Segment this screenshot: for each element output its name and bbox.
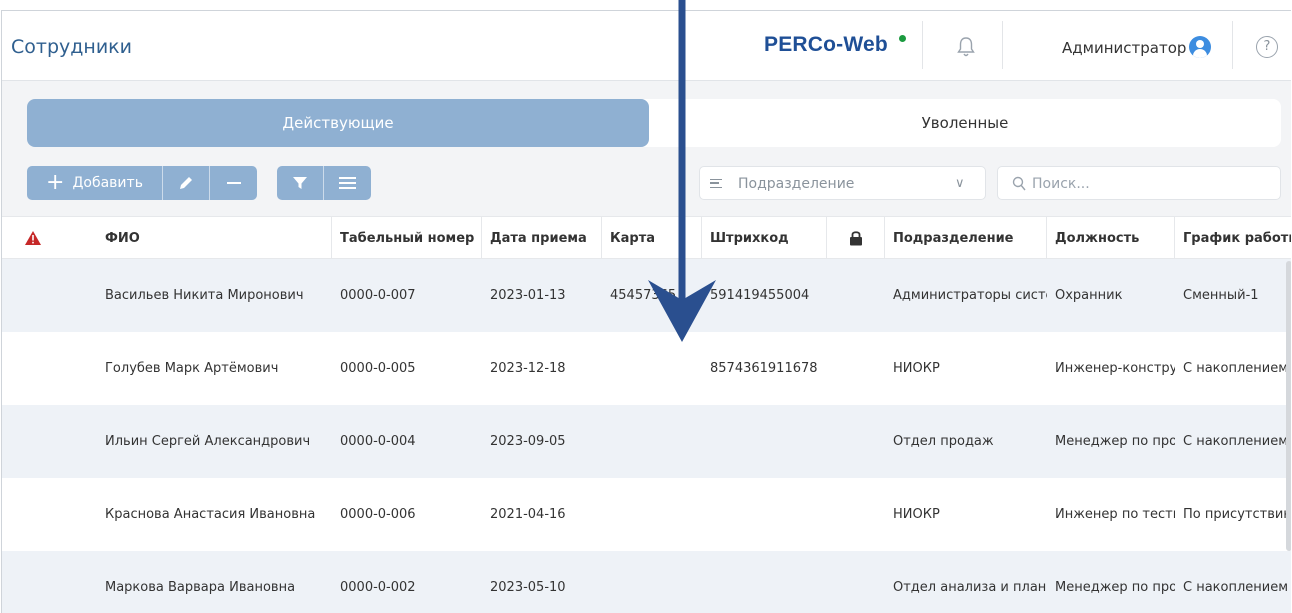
column-fio[interactable]: ФИО [97,217,332,260]
column-schedule[interactable]: График работы [1175,217,1291,260]
search-input[interactable] [1032,174,1262,194]
minus-icon [226,182,241,184]
app-frame: Сотрудники PERCo-Web Администратор ? Дей… [1,10,1291,613]
cell-fio: Ильин Сергей Александрович [105,434,311,449]
top-header: Сотрудники PERCo-Web Администратор ? [2,11,1291,81]
cell-hire-date: 2021-04-16 [490,507,566,522]
header-divider [1232,21,1233,69]
perco-web-logo: PERCo-Web [764,33,888,56]
filter-button[interactable] [277,166,324,200]
logo-dot-icon [899,35,906,42]
cell-barcode [702,551,827,613]
list-icon [710,179,722,188]
cell-position: Инженер-конструктор [1055,361,1175,376]
avatar[interactable] [1189,36,1211,58]
cell-position: Менеджер по продажам [1055,434,1175,449]
cell-barcode: 8574361911678 [710,361,818,376]
search-field [997,166,1281,200]
search-icon [1012,176,1026,191]
cell-tab-number: 0000-0-004 [340,434,416,449]
cell-barcode [702,405,827,478]
chevron-down-icon: ∨ [955,176,965,191]
filter-icon [293,177,307,189]
bell-icon[interactable] [957,36,975,58]
column-position[interactable]: Должность [1047,217,1175,260]
table-row[interactable]: Краснова Анастасия Ивановна 0000-0-006 2… [2,478,1291,551]
cell-card [602,551,702,613]
cell-department: НИОКР [893,507,940,522]
cell-position: Инженер по тестированию [1055,507,1175,522]
tab-dismissed-employees[interactable]: Уволенные [649,99,1281,147]
cell-card [602,405,702,478]
warning-icon[interactable] [24,230,42,246]
cell-fio: Голубев Марк Артёмович [105,361,279,376]
cell-department: Отдел анализа и планирования [893,580,1047,595]
view-button-group [277,166,371,200]
column-department[interactable]: Подразделение [885,217,1047,260]
status-tabs: Действующие Уволенные [27,99,1281,147]
menu-icon [339,177,356,189]
cell-barcode: 591419455004 [710,288,810,303]
cell-barcode [702,478,827,551]
table-row[interactable]: Васильев Никита Миронович 0000-0-007 202… [2,259,1291,332]
edit-button[interactable] [163,166,210,200]
cell-card [602,332,702,405]
lock-icon [850,231,862,246]
table-row[interactable]: Голубев Марк Артёмович 0000-0-005 2023-1… [2,332,1291,405]
cell-schedule: С накоплением [1183,434,1289,449]
cell-schedule: С накоплением [1183,580,1289,595]
column-hire-date[interactable]: Дата приема [482,217,602,260]
column-barcode[interactable]: Штрихкод [702,217,827,260]
header-divider [922,21,923,69]
cell-fio: Краснова Анастасия Ивановна [105,507,316,522]
cell-position: Менеджер по проектам [1055,580,1175,595]
cell-card: 45457365 [610,288,677,303]
table-header: ФИО Табельный номер Дата приема Карта Шт… [2,216,1291,260]
cell-schedule: С накоплением [1183,361,1289,376]
user-name[interactable]: Администратор [1062,39,1186,57]
cell-fio: Васильев Никита Миронович [105,288,304,303]
cell-position: Охранник [1055,288,1123,303]
cell-department: Администраторы системы [893,288,1047,303]
tab-active-employees[interactable]: Действующие [27,99,649,147]
cell-schedule: Сменный-1 [1183,288,1259,303]
cell-tab-number: 0000-0-002 [340,580,416,595]
cell-hire-date: 2023-09-05 [490,434,566,449]
cell-card [602,478,702,551]
cell-hire-date: 2023-12-18 [490,361,566,376]
vertical-scrollbar[interactable] [1286,261,1291,551]
table-row[interactable]: Ильин Сергей Александрович 0000-0-004 20… [2,405,1291,478]
department-select[interactable]: Подразделение ∨ [699,166,986,200]
cell-department: НИОКР [893,361,940,376]
cell-tab-number: 0000-0-006 [340,507,416,522]
add-button[interactable]: + Добавить [27,166,163,200]
help-icon[interactable]: ? [1256,36,1278,58]
column-card[interactable]: Карта [602,217,702,260]
page-title: Сотрудники [11,36,132,58]
column-spacer [62,217,82,260]
columns-menu-button[interactable] [324,166,371,200]
column-tab-number[interactable]: Табельный номер [332,217,482,260]
add-button-label: Добавить [72,175,143,191]
cell-hire-date: 2023-05-10 [490,580,566,595]
cell-tab-number: 0000-0-007 [340,288,416,303]
department-select-placeholder: Подразделение [738,176,855,192]
table-row[interactable]: Маркова Варвара Ивановна 0000-0-002 2023… [2,551,1291,613]
cell-schedule: По присутствию [1183,507,1291,522]
header-divider [1002,21,1003,69]
delete-button[interactable] [210,166,257,200]
edit-button-group: + Добавить [27,166,257,200]
cell-tab-number: 0000-0-005 [340,361,416,376]
plus-icon: + [46,170,65,195]
cell-fio: Маркова Варвара Ивановна [105,580,296,595]
cell-department: Отдел продаж [893,434,994,449]
pencil-icon [180,177,192,189]
cell-hire-date: 2023-01-13 [490,288,566,303]
